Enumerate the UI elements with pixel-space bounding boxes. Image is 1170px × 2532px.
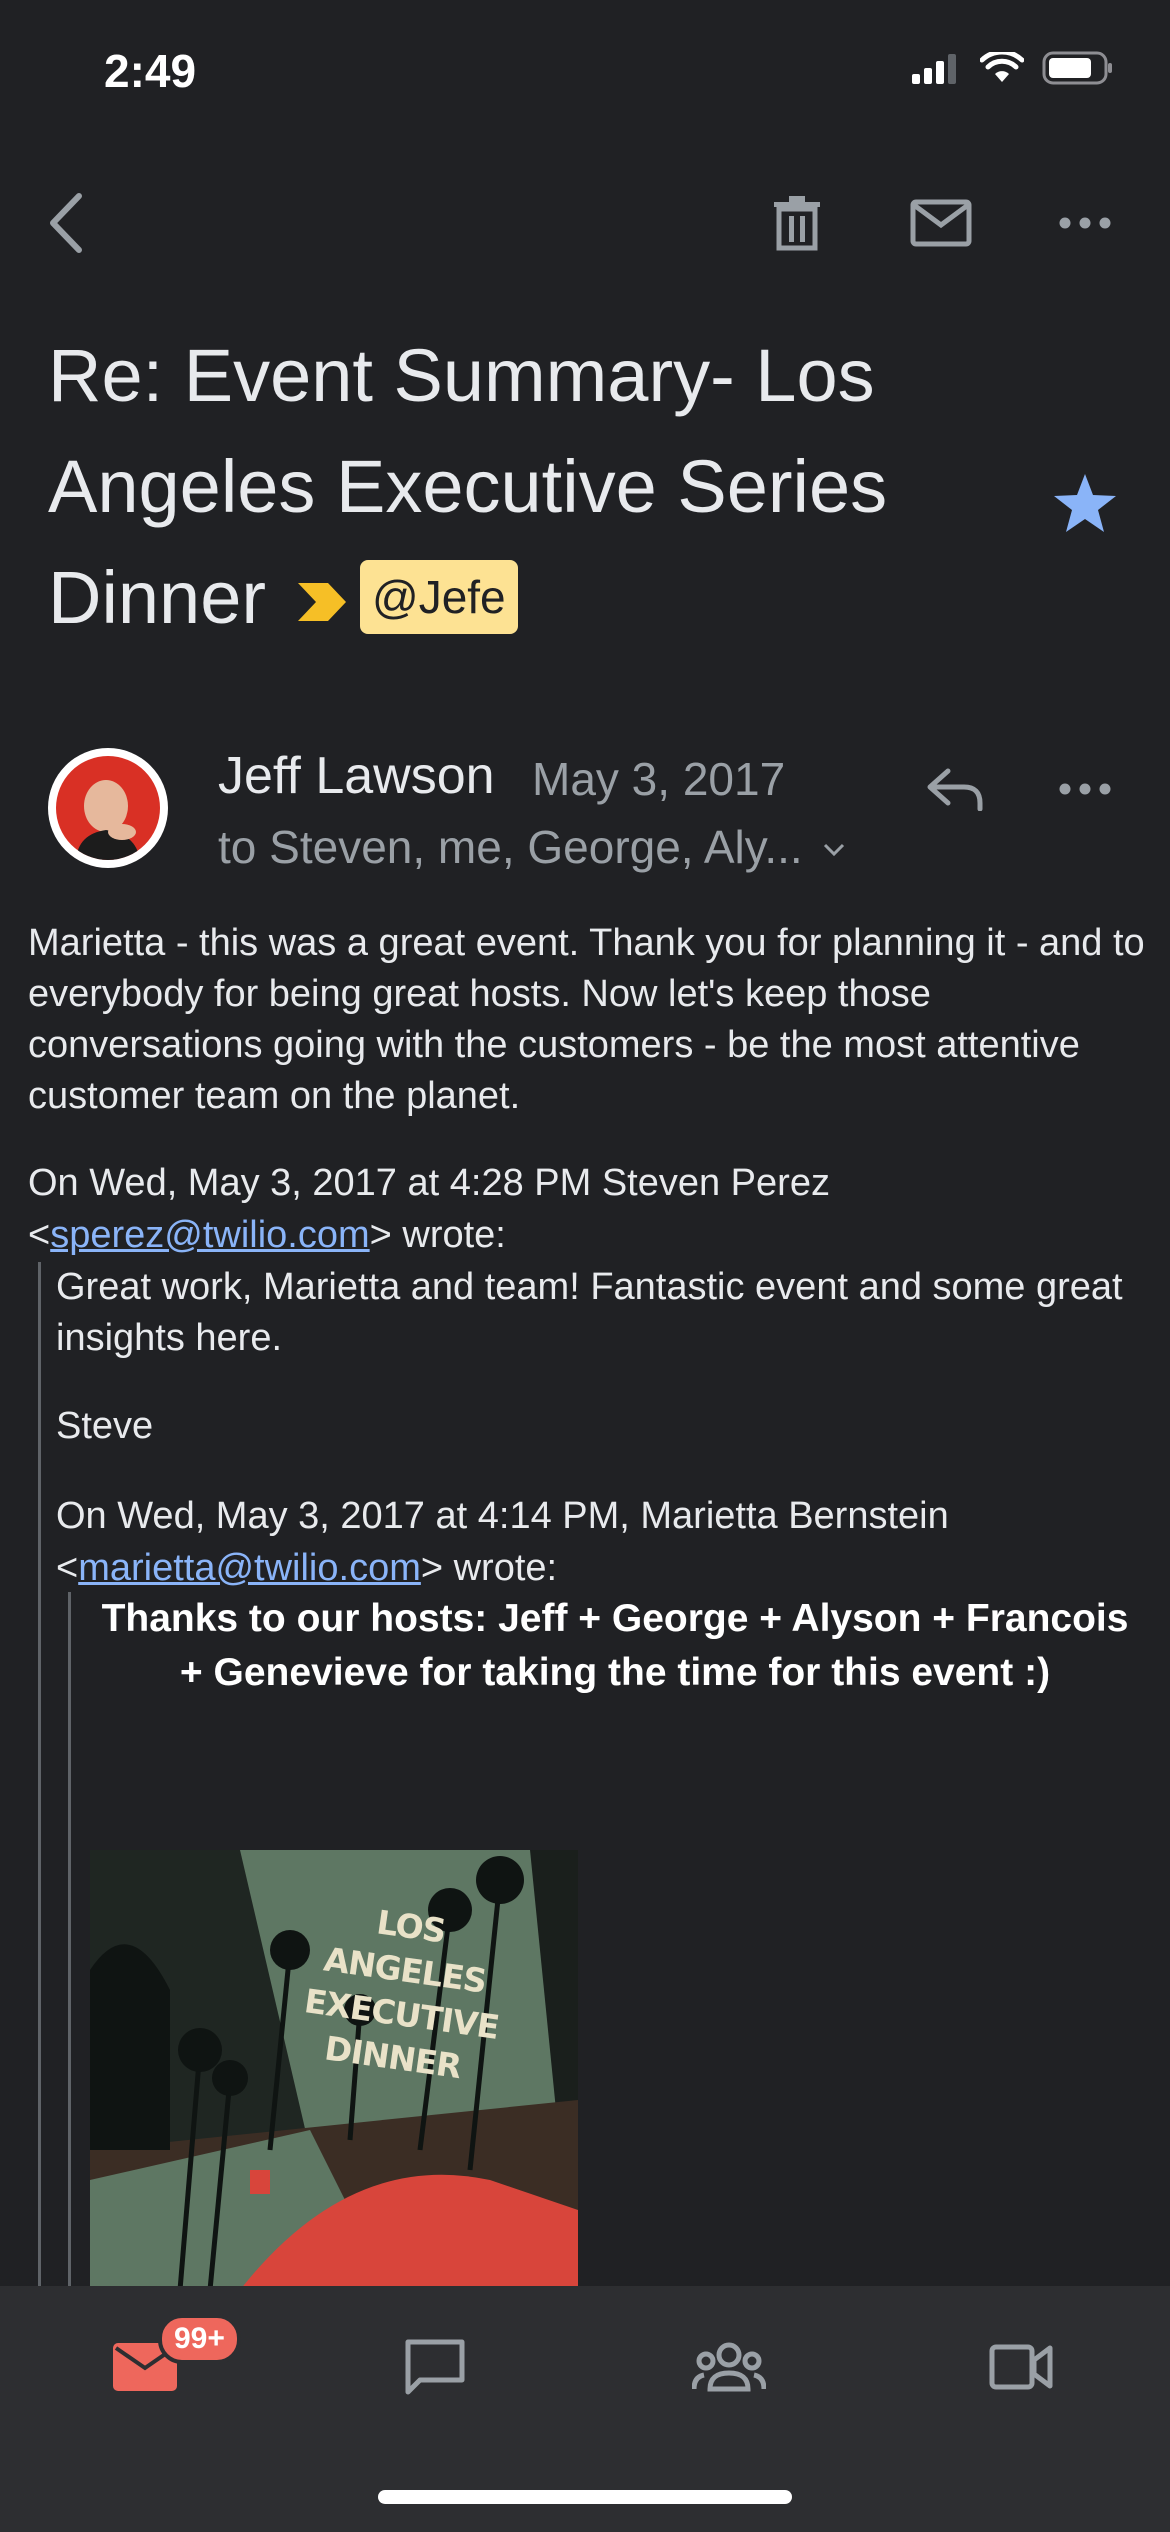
star-button[interactable] bbox=[1052, 472, 1118, 539]
reply-button[interactable] bbox=[910, 746, 1000, 836]
email-link[interactable]: sperez@twilio.com bbox=[50, 1214, 369, 1256]
quote-divider bbox=[38, 1262, 41, 2290]
more-icon bbox=[1059, 782, 1111, 800]
reply-icon bbox=[926, 767, 984, 816]
nested-quote-attribution: On Wed, May 3, 2017 at 4:14 PM, Marietta… bbox=[56, 1490, 1136, 1594]
meet-icon bbox=[989, 2344, 1053, 2395]
quoted-signature: Steve bbox=[56, 1405, 154, 1447]
back-button[interactable] bbox=[22, 180, 112, 270]
quoted-text: Great work, Marietta and team! Fantastic… bbox=[56, 1266, 1123, 1359]
attr-suffix: > wrote: bbox=[420, 1547, 558, 1589]
sender-avatar[interactable] bbox=[48, 748, 168, 868]
wifi-icon bbox=[979, 49, 1025, 89]
email-subject: Re: Event Summary- Los Angeles Executive… bbox=[48, 320, 1048, 659]
label-chip[interactable]: @Jefe bbox=[360, 560, 518, 635]
nested-quote-divider bbox=[68, 1592, 71, 2292]
chevron-down-icon bbox=[823, 814, 845, 868]
delete-button[interactable] bbox=[752, 180, 842, 270]
quote-attribution: On Wed, May 3, 2017 at 4:28 PM Steven Pe… bbox=[28, 1157, 1138, 1261]
photo-caption: LOS ANGELES EXECUTIVE DINNER bbox=[296, 1892, 509, 2093]
unread-badge: 99+ bbox=[158, 2314, 241, 2364]
back-icon bbox=[47, 192, 87, 259]
nav-spaces[interactable] bbox=[674, 2324, 784, 2414]
event-photo[interactable]: LOS ANGELES EXECUTIVE DINNER bbox=[90, 1850, 578, 2290]
status-icons bbox=[912, 49, 1114, 91]
attr-suffix: > wrote: bbox=[369, 1214, 506, 1256]
more-icon bbox=[1059, 216, 1111, 234]
nav-meet[interactable] bbox=[966, 2324, 1076, 2414]
message-date: May 3, 2017 bbox=[532, 753, 786, 805]
top-toolbar bbox=[0, 180, 1170, 270]
recipients-text: to Steven, me, George, Aly... bbox=[218, 821, 803, 873]
spaces-icon bbox=[691, 2341, 767, 2398]
message-body: Marietta - this was a great event. Thank… bbox=[28, 922, 1145, 1117]
nav-chat[interactable] bbox=[380, 2324, 490, 2414]
nested-quoted-text: Thanks to our hosts: Jeff + George + Aly… bbox=[101, 1597, 1129, 1694]
status-bar: 2:49 bbox=[0, 0, 1170, 140]
status-time: 2:49 bbox=[104, 45, 197, 97]
recipients-toggle[interactable]: to Steven, me, George, Aly... bbox=[218, 820, 845, 874]
chat-icon bbox=[404, 2338, 466, 2401]
star-icon bbox=[1052, 474, 1118, 538]
sender-name: Jeff Lawson bbox=[218, 747, 495, 805]
more-options-button[interactable] bbox=[1040, 180, 1130, 270]
cellular-signal-icon bbox=[912, 52, 962, 89]
mark-unread-button[interactable] bbox=[896, 180, 986, 270]
battery-icon bbox=[1042, 50, 1114, 91]
avatar-photo bbox=[56, 756, 160, 860]
message-more-button[interactable] bbox=[1040, 746, 1130, 836]
mark-unread-icon bbox=[910, 199, 972, 252]
importance-marker-icon bbox=[296, 542, 348, 653]
email-link[interactable]: marietta@twilio.com bbox=[78, 1547, 421, 1589]
home-indicator[interactable] bbox=[378, 2490, 792, 2504]
delete-icon bbox=[772, 194, 822, 257]
